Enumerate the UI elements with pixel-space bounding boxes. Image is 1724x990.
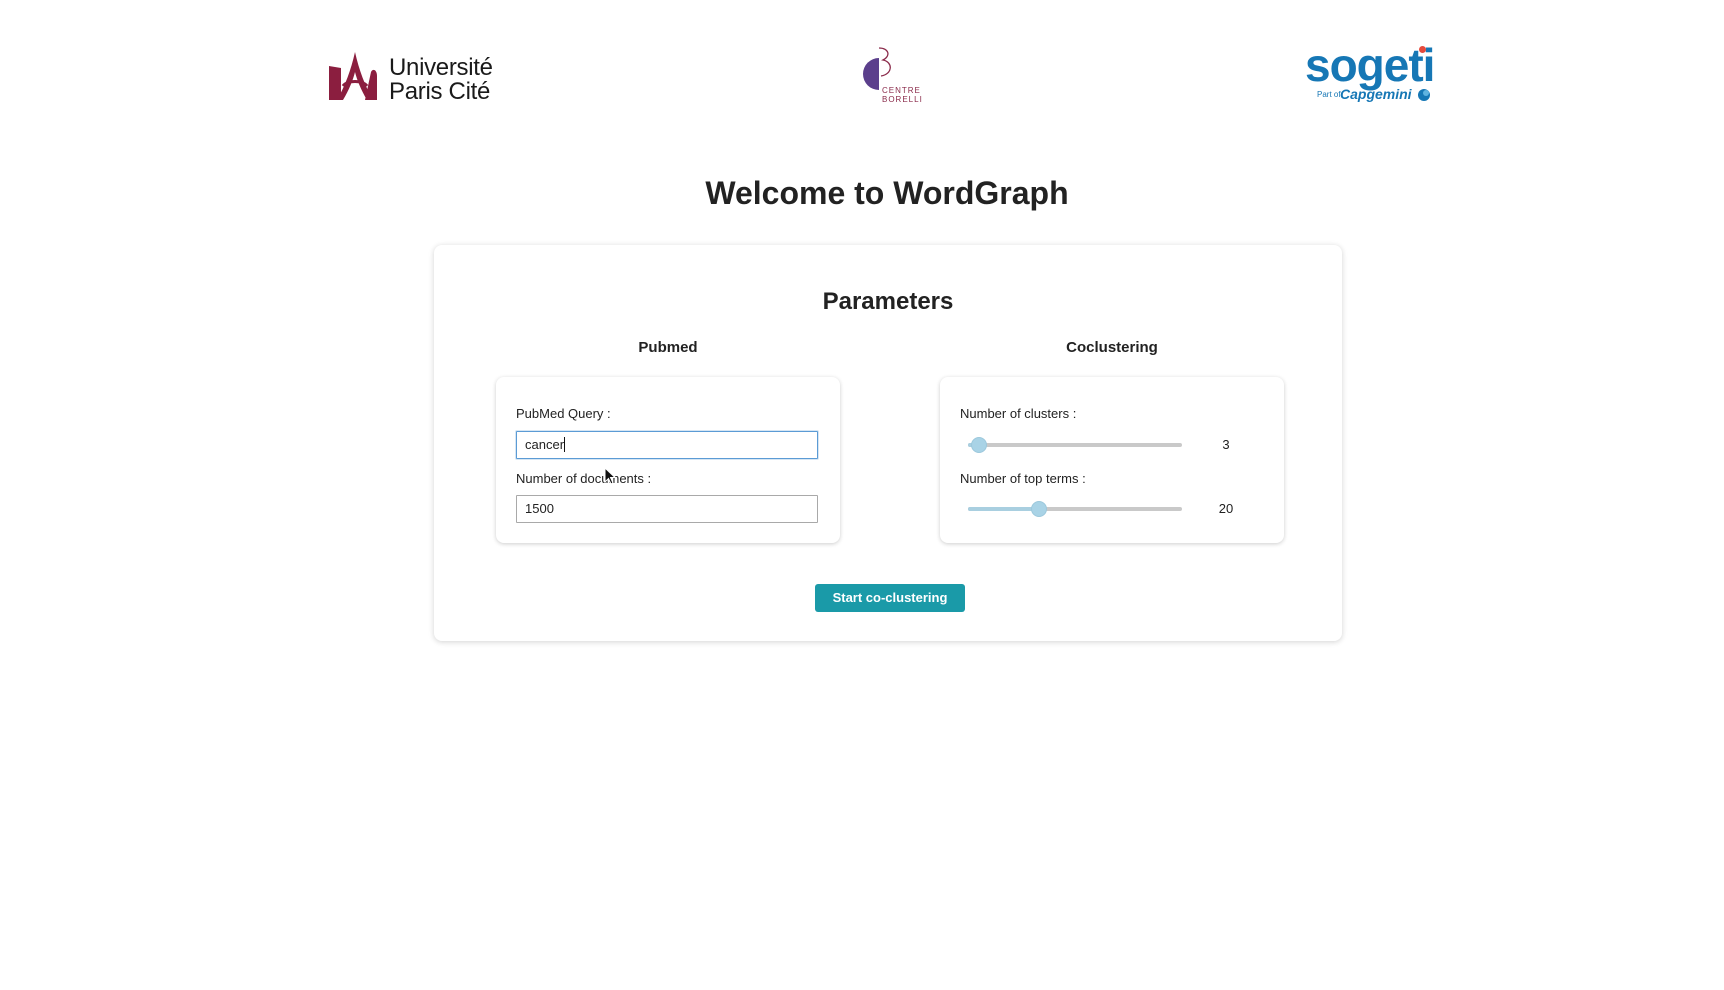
parameters-title: Parameters — [822, 288, 954, 315]
slider-thumb[interactable] — [1030, 501, 1047, 517]
number-of-top-terms-value: 20 — [1218, 501, 1234, 516]
slider-track — [968, 443, 1182, 447]
number-of-documents-label: Number of documents : — [516, 471, 652, 486]
pubmed-section-title: Pubmed — [638, 339, 698, 356]
sogeti-brand-text: sogeti — [1305, 39, 1435, 91]
part-of-text: Part of — [1317, 90, 1341, 99]
coclustering-panel: Number of clusters : 3 Number of top ter… — [940, 377, 1284, 543]
universite-paris-cite-logo: Université Paris Cité — [325, 50, 500, 106]
number-of-clusters-value: 3 — [1222, 437, 1230, 452]
universite-paris-cite-mark-icon — [329, 52, 377, 100]
page-title: Welcome to WordGraph — [705, 175, 1069, 211]
coclustering-section-title: Coclustering — [1066, 339, 1158, 356]
slider-fill — [968, 507, 1039, 511]
logo-text-line2: Paris Cité — [389, 78, 491, 105]
pubmed-query-input[interactable]: cancer — [516, 431, 818, 459]
logo-text-line1: CENTRE — [882, 86, 921, 95]
number-of-top-terms-label: Number of top terms : — [960, 471, 1086, 486]
number-of-clusters-slider[interactable] — [968, 435, 1182, 455]
sogeti-logo: sogeti Part of Capgemini — [1305, 42, 1435, 108]
logo-text-line1: Université — [389, 54, 493, 81]
centre-borelli-mark-icon — [863, 47, 891, 90]
pubmed-query-label: PubMed Query : — [516, 406, 611, 421]
sogeti-dot-icon — [1419, 46, 1426, 53]
text-caret — [564, 437, 566, 452]
centre-borelli-logo: CENTRE BORELLI — [855, 46, 925, 106]
mouse-pointer-icon — [604, 467, 616, 485]
capgemini-spade-icon — [1418, 89, 1430, 101]
pubmed-query-value: cancer — [525, 437, 565, 452]
logo-text-line2: BORELLI — [882, 95, 923, 104]
slider-thumb[interactable] — [970, 437, 987, 453]
pubmed-panel: PubMed Query : cancer Number of document… — [496, 377, 840, 543]
capgemini-text: Capgemini — [1340, 86, 1412, 102]
number-of-documents-value: 1500 — [525, 501, 554, 516]
start-coclustering-button[interactable]: Start co-clustering — [815, 584, 965, 612]
number-of-top-terms-slider[interactable] — [968, 499, 1182, 519]
number-of-clusters-label: Number of clusters : — [960, 406, 1077, 421]
parameters-card: Parameters Pubmed Coclustering PubMed Qu… — [434, 245, 1342, 641]
number-of-documents-input[interactable]: 1500 — [516, 495, 818, 523]
